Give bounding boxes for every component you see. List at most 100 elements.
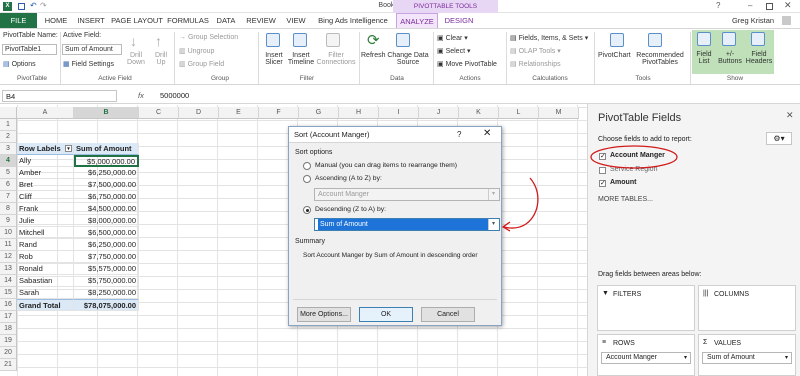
rows-area[interactable]: ≡ ROWS Account Manger ▾: [597, 334, 695, 376]
row-header[interactable]: 4: [0, 155, 17, 167]
filter-connections-button[interactable]: Filter Connections: [316, 52, 356, 66]
row-header[interactable]: 5: [0, 167, 17, 179]
pivottable-name-input[interactable]: PivotTable1: [2, 44, 57, 55]
row-header[interactable]: 15: [0, 287, 17, 299]
grand-total-label[interactable]: Grand Total: [17, 299, 74, 311]
field-headers-button[interactable]: Field Headers: [744, 51, 774, 65]
user-name[interactable]: Greg Kristan: [728, 13, 778, 28]
slicer-icon[interactable]: [266, 33, 280, 47]
pivot-header-sum[interactable]: Sum of Amount: [74, 143, 139, 155]
drill-up-button[interactable]: Drill Up: [151, 52, 171, 66]
change-data-source-button[interactable]: Change Data Source: [386, 52, 430, 66]
row-header[interactable]: 10: [0, 227, 17, 239]
filter-dropdown-icon[interactable]: ▾: [65, 145, 72, 152]
options-button[interactable]: ▤ Options: [3, 60, 36, 68]
row-header[interactable]: 21: [0, 359, 17, 371]
tab-review[interactable]: REVIEW: [242, 13, 280, 28]
table-row-label[interactable]: Sarah: [17, 287, 74, 299]
rows-field-button[interactable]: Account Manger ▾: [601, 352, 691, 364]
column-header[interactable]: E: [219, 107, 259, 119]
timeline-icon[interactable]: [293, 33, 307, 47]
row-header[interactable]: 9: [0, 215, 17, 227]
drill-up-icon[interactable]: ↑: [155, 33, 162, 49]
row-header[interactable]: 7: [0, 191, 17, 203]
descending-field-select[interactable]: Sum of Amount ▾: [314, 218, 500, 231]
table-row-value[interactable]: $6,750,000.00: [74, 191, 139, 203]
close-icon[interactable]: ✕: [784, 0, 792, 11]
column-header[interactable]: B: [74, 107, 139, 119]
row-header[interactable]: 17: [0, 311, 17, 323]
help-icon[interactable]: ?: [716, 1, 720, 10]
insert-timeline-button[interactable]: Insert Timeline: [287, 52, 315, 66]
relationships-button[interactable]: ▤ Relationships: [510, 60, 561, 68]
values-area[interactable]: Σ VALUES Sum of Amount ▾: [698, 334, 796, 376]
manual-option-label[interactable]: Manual (you can drag items to rearrange …: [315, 162, 457, 169]
insert-slicer-button[interactable]: Insert Slicer: [262, 52, 286, 66]
clear-button[interactable]: ▣ Clear ▾: [437, 34, 468, 42]
field-list-icon[interactable]: [697, 32, 711, 46]
pivotchart-icon[interactable]: [610, 33, 624, 47]
table-row-label[interactable]: Julie: [17, 215, 74, 227]
pivot-header-row-labels[interactable]: Row Labels ▾: [17, 143, 74, 155]
row-header[interactable]: 18: [0, 323, 17, 335]
recommended-pivottables-button[interactable]: Recommended PivotTables: [632, 52, 688, 66]
panel-close-icon[interactable]: ✕: [786, 110, 794, 121]
table-row-label[interactable]: Bret: [17, 179, 74, 191]
column-header[interactable]: F: [259, 107, 299, 119]
ascending-option-label[interactable]: Ascending (A to Z) by:: [315, 175, 382, 182]
table-row-value[interactable]: $6,250,000.00: [74, 239, 139, 251]
table-row-label[interactable]: Amber: [17, 167, 74, 179]
manual-radio[interactable]: [303, 162, 311, 170]
fx-button[interactable]: fx: [138, 91, 144, 100]
column-header[interactable]: J: [419, 107, 459, 119]
active-field-input[interactable]: Sum of Amount: [62, 44, 122, 55]
column-header[interactable]: D: [179, 107, 219, 119]
descending-radio[interactable]: [303, 206, 311, 214]
maximize-icon[interactable]: [766, 3, 773, 10]
ascending-field-select[interactable]: Account Manger ▾: [314, 188, 500, 201]
tab-insert[interactable]: INSERT: [74, 13, 108, 28]
row-header[interactable]: 11: [0, 239, 17, 251]
tab-file[interactable]: FILE: [0, 13, 37, 28]
table-row-value[interactable]: $7,750,000.00: [74, 251, 139, 263]
table-row-label[interactable]: Mitchell: [17, 227, 74, 239]
tab-page-layout[interactable]: PAGE LAYOUT: [110, 13, 164, 28]
column-header[interactable]: K: [459, 107, 499, 119]
ungroup-button[interactable]: ▥ Ungroup: [179, 47, 214, 55]
descending-option-label[interactable]: Descending (Z to A) by:: [315, 206, 386, 213]
column-header[interactable]: M: [539, 107, 579, 119]
table-row-value[interactable]: $5,575,000.00: [74, 263, 139, 275]
gear-icon[interactable]: ⚙▾: [766, 132, 792, 145]
row-header[interactable]: 6: [0, 179, 17, 191]
table-row-label[interactable]: Frank: [17, 203, 74, 215]
column-header[interactable]: A: [17, 107, 74, 119]
more-tables-link[interactable]: MORE TABLES...: [598, 196, 653, 203]
table-row-label[interactable]: Rand: [17, 239, 74, 251]
table-row-label[interactable]: Ronald: [17, 263, 74, 275]
filters-area[interactable]: ▼ FILTERS: [597, 285, 695, 331]
table-row-label[interactable]: Sabastian: [17, 275, 74, 287]
filter-connections-icon[interactable]: [326, 33, 340, 47]
cancel-button[interactable]: Cancel: [421, 307, 475, 322]
recommended-pivottables-icon[interactable]: [648, 33, 662, 47]
table-row-value[interactable]: $4,500,000.00: [74, 203, 139, 215]
dialog-help-button[interactable]: ?: [457, 130, 461, 139]
name-box[interactable]: B4: [2, 90, 117, 102]
column-header[interactable]: I: [379, 107, 419, 119]
table-row-value[interactable]: $7,500,000.00: [74, 179, 139, 191]
field-checkbox[interactable]: ✓: [599, 180, 606, 187]
move-pivottable-button[interactable]: ▣ Move PivotTable: [437, 60, 497, 68]
group-field-button[interactable]: ▥ Group Field: [179, 60, 224, 68]
row-header[interactable]: 2: [0, 131, 17, 143]
row-header[interactable]: 16: [0, 299, 17, 311]
tab-design[interactable]: DESIGN: [440, 13, 478, 28]
tab-view[interactable]: VIEW: [282, 13, 310, 28]
table-row-value[interactable]: $8,000,000.00: [74, 215, 139, 227]
column-header[interactable]: C: [139, 107, 179, 119]
table-row-value[interactable]: $5,750,000.00: [74, 275, 139, 287]
dialog-close-icon[interactable]: ✕: [483, 128, 491, 139]
tab-analyze[interactable]: ANALYZE: [396, 13, 438, 28]
field-list-button[interactable]: Field List: [693, 51, 715, 65]
table-row-value[interactable]: $8,250,000.00: [74, 287, 139, 299]
minimize-icon[interactable]: –: [748, 1, 752, 10]
